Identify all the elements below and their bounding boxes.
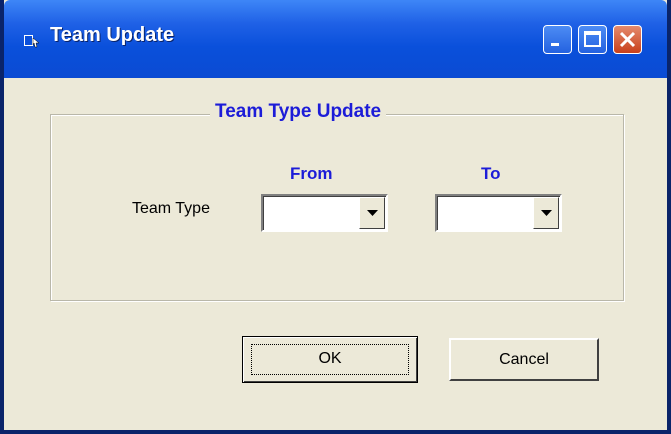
ok-button[interactable]: OK xyxy=(242,336,418,383)
frame-legend: Team Type Update xyxy=(210,101,387,123)
from-dropdown-button[interactable] xyxy=(359,197,385,229)
close-icon xyxy=(619,31,636,48)
to-column-header: To xyxy=(481,164,501,183)
from-team-type-dropdown[interactable] xyxy=(261,194,388,232)
cancel-button[interactable]: Cancel xyxy=(449,338,599,381)
chevron-down-icon xyxy=(367,210,378,216)
title-bar[interactable]: Team Update xyxy=(4,0,667,78)
cancel-button-label: Cancel xyxy=(499,351,549,368)
window-title: Team Update xyxy=(50,24,175,46)
maximize-icon xyxy=(584,31,601,47)
minimize-button[interactable] xyxy=(543,25,572,54)
from-column-header: From xyxy=(290,164,333,183)
minimize-icon xyxy=(551,43,559,46)
maximize-button[interactable] xyxy=(578,25,607,54)
window-app-icon xyxy=(24,34,40,48)
to-team-type-dropdown[interactable] xyxy=(435,194,562,232)
to-dropdown-button[interactable] xyxy=(533,197,559,229)
ok-button-label: OK xyxy=(318,350,342,367)
team-type-label: Team Type xyxy=(132,200,210,217)
chevron-down-icon xyxy=(541,210,552,216)
team-update-window: Team Update Team Type Update From To Tea… xyxy=(0,0,671,434)
close-button[interactable] xyxy=(613,25,642,54)
